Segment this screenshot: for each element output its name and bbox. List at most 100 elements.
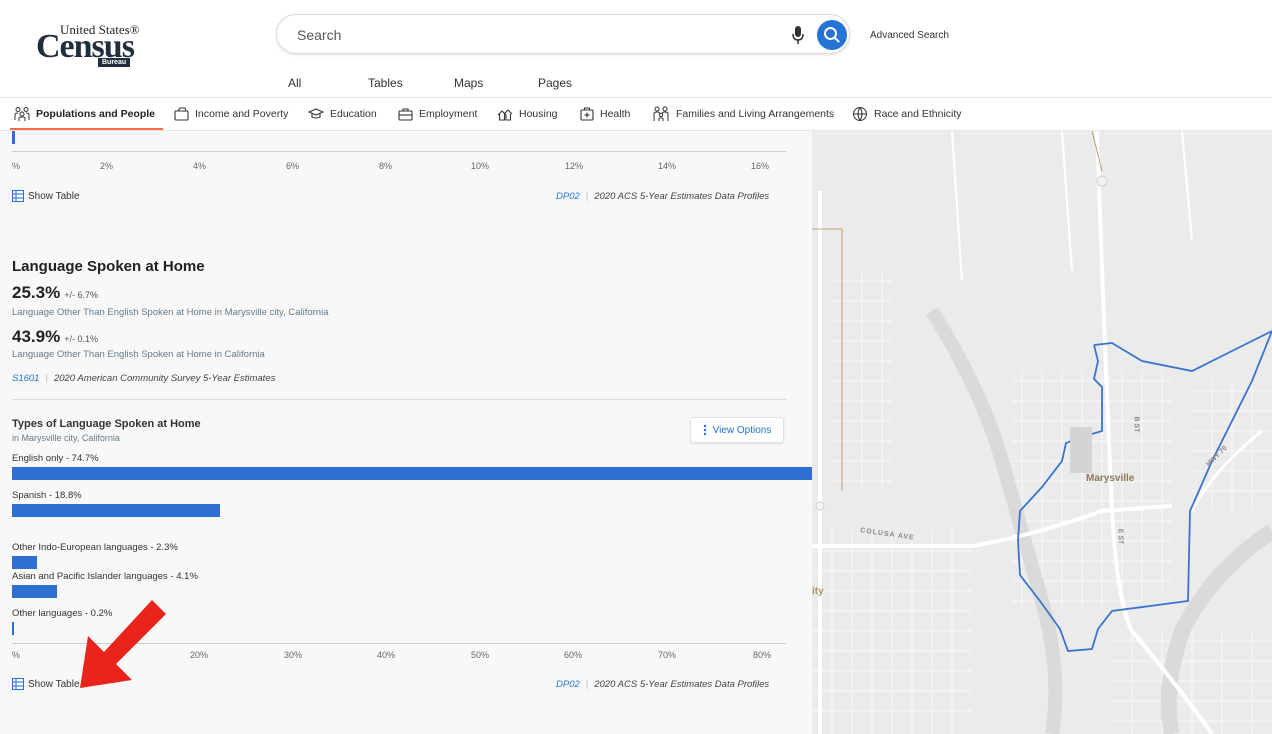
wallet-icon	[174, 107, 189, 121]
census-page: United States® Census Bureau Search Adva…	[0, 0, 1272, 734]
topic-label: Employment	[419, 108, 478, 120]
river	[1160, 524, 1272, 734]
county-boundary	[812, 131, 1103, 491]
map-view[interactable]: Marysville COLUSA AVE B ST E ST HWY 70 i…	[812, 131, 1272, 734]
source-text: 2020 American Community Survey 5-Year Es…	[53, 373, 276, 384]
source-code-link[interactable]: DP02	[556, 191, 580, 202]
stat-moe: +/- 6.7%	[64, 290, 98, 300]
chart-subtitle: in Marysville city, California	[12, 433, 120, 443]
axis-tick: 16%	[751, 161, 770, 171]
topic-families-and-living-arrangements[interactable]: Families and Living Arrangements	[652, 98, 834, 130]
map-marker	[1096, 175, 1108, 187]
table-icon	[12, 190, 24, 202]
source-citation: DP02 | 2020 ACS 5-Year Estimates Data Prof…	[556, 191, 769, 202]
city-street-grid	[812, 271, 1272, 734]
bar-other-languages[interactable]	[12, 622, 15, 635]
chart-title: Types of Language Spoken at Home	[12, 418, 201, 430]
stat-description: Language Other Than English Spoken at Ho…	[12, 307, 329, 318]
topic-race-and-ethnicity[interactable]: Race and Ethnicity	[852, 98, 962, 130]
axis-tick: 20%	[190, 650, 209, 660]
axis-tick: 8%	[379, 161, 393, 171]
view-options-button[interactable]: View Options	[690, 417, 784, 443]
people-icon	[14, 107, 30, 121]
show-table-label: Show Table	[28, 678, 80, 690]
census-logo[interactable]: United States® Census Bureau	[36, 18, 156, 68]
topic-health[interactable]: Health	[580, 98, 630, 130]
axis-tick: 4%	[193, 161, 207, 171]
axis-tick: 40%	[377, 650, 396, 660]
show-table-button[interactable]: Show Table	[12, 678, 80, 690]
stat-moe: +/- 0.1%	[64, 334, 98, 344]
axis-tick: %	[12, 650, 21, 660]
bar-asian-and-pacific-islander-languages[interactable]	[12, 585, 58, 598]
source-text: 2020 ACS 5-Year Estimates Data Profiles	[594, 679, 770, 690]
topic-nav: Populations and People Income and Povert…	[0, 97, 1272, 131]
topic-label: Populations and People	[36, 108, 156, 120]
source-code-link[interactable]: S1601	[12, 373, 39, 384]
bar-label: Asian and Pacific Islander languages - 4…	[12, 571, 198, 582]
tab-maps[interactable]: Maps	[454, 76, 483, 90]
tab-all[interactable]: All	[288, 76, 301, 90]
map-canvas[interactable]	[812, 131, 1272, 734]
topic-label: Health	[600, 108, 631, 120]
section-divider	[12, 399, 786, 400]
street-label: E ST	[1116, 528, 1124, 545]
topic-populations-and-people[interactable]: Populations and People	[14, 98, 155, 130]
axis-tick: 6%	[286, 161, 300, 171]
topic-employment[interactable]: Employment	[398, 98, 477, 130]
graduation-cap-icon	[308, 108, 324, 119]
axis-tick: 30%	[284, 650, 303, 660]
show-table-label: Show Table	[28, 190, 80, 202]
stat-description: Language Other Than English Spoken at Ho…	[12, 349, 265, 360]
topic-label: Race and Ethnicity	[874, 108, 962, 120]
section-title: Language Spoken at Home	[12, 258, 205, 275]
axis-tick: 70%	[658, 650, 677, 660]
stat-california: 43.9% +/- 0.1%	[12, 327, 98, 347]
tab-pages[interactable]: Pages	[538, 76, 572, 90]
place-label: Marysville	[1086, 473, 1135, 484]
bar-label: Other Indo-European languages - 2.3%	[12, 542, 178, 553]
bar-label: English only - 74.7%	[12, 453, 99, 464]
bar-other-indo-european-languages[interactable]	[12, 556, 38, 569]
topic-label: Housing	[519, 108, 558, 120]
source-separator: |	[585, 191, 589, 202]
search-placeholder: Search	[297, 27, 342, 43]
main-roads	[812, 131, 1263, 734]
tab-tables[interactable]: Tables	[368, 76, 403, 90]
topic-income-and-poverty[interactable]: Income and Poverty	[174, 98, 288, 130]
first-aid-icon	[580, 107, 594, 121]
topic-label: Education	[330, 108, 377, 120]
source-citation: S1601 | 2020 American Community Survey 5-Y…	[12, 373, 275, 384]
axis-tick: 50%	[471, 650, 490, 660]
briefcase-icon	[398, 108, 413, 121]
stat-value: 25.3%	[12, 283, 61, 302]
source-separator: |	[585, 679, 589, 690]
view-options-label: View Options	[712, 424, 772, 436]
topic-education[interactable]: Education	[308, 98, 377, 130]
source-text: 2020 ACS 5-Year Estimates Data Profiles	[594, 191, 770, 202]
source-citation: DP02 | 2020 ACS 5-Year Estimates Data Prof…	[556, 679, 769, 690]
previous-chart-bar	[12, 131, 15, 144]
topic-label: Income and Poverty	[195, 108, 289, 120]
source-code-link[interactable]: DP02	[556, 679, 580, 690]
bar-english-only[interactable]	[12, 467, 838, 480]
stat-value: 43.9%	[12, 327, 61, 346]
axis-tick: 2%	[100, 161, 114, 171]
search-icon	[824, 27, 840, 43]
table-icon	[12, 678, 24, 690]
source-separator: |	[45, 373, 48, 384]
active-topic-indicator	[10, 128, 163, 130]
show-table-button[interactable]: Show Table	[12, 190, 80, 202]
microphone-icon[interactable]	[791, 25, 805, 45]
axis-tick: 60%	[564, 650, 583, 660]
axis-tick: 10%	[471, 161, 490, 171]
bar-spanish[interactable]	[12, 504, 220, 517]
topic-housing[interactable]: Housing	[497, 98, 558, 130]
search-button[interactable]	[817, 20, 847, 50]
search-input[interactable]: Search	[276, 14, 850, 54]
advanced-search-link[interactable]: Advanced Search	[870, 30, 949, 41]
bar-label: Spanish - 18.8%	[12, 490, 82, 501]
family-icon	[653, 106, 669, 121]
previous-chart-axis	[12, 151, 786, 152]
axis-tick: 12%	[565, 161, 584, 171]
